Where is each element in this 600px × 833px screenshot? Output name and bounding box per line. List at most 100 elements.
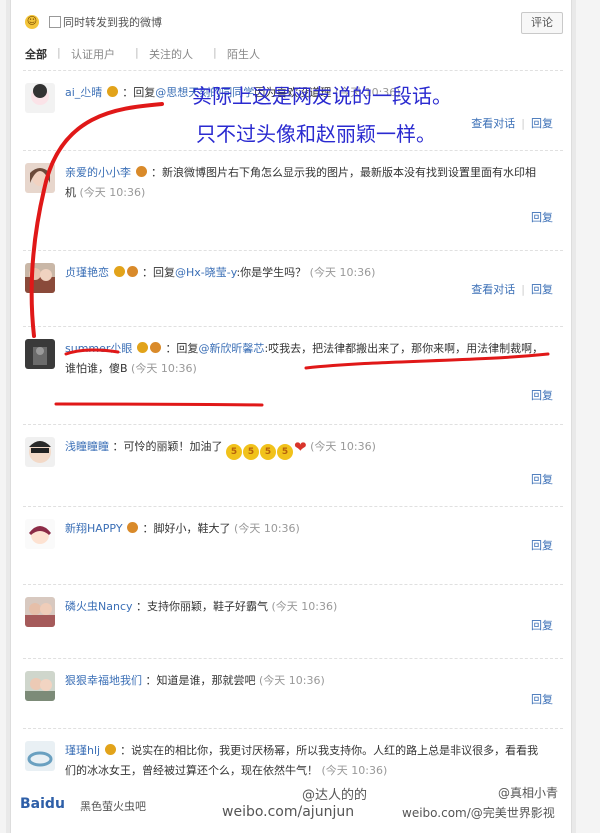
comment-filter-tabs: 全部 | 认证用户 | 关注的人 | 陌生人 [25, 46, 545, 64]
comment-item: 新翔HAPPY ：脚好小，鞋大了 (今天 10:36) 回复 [23, 506, 563, 585]
tab-divider: | [135, 46, 139, 59]
comment-text: :你是学生吗？ [236, 266, 307, 279]
comment-text: ：回复 [142, 266, 175, 279]
comment-username[interactable]: 贞瑾艳恋 [65, 266, 109, 279]
comment-username[interactable]: 新翔HAPPY [65, 522, 123, 535]
emoticon-icon: 5 [226, 444, 242, 460]
tab-divider: | [57, 46, 61, 59]
emoticon-icon: 5 [243, 444, 259, 460]
reply-link[interactable]: 回复 [531, 389, 553, 402]
comment-username[interactable]: ai_尐晴 [65, 86, 102, 99]
reply-link[interactable]: 回复 [531, 473, 553, 486]
comment-time: (今天 10:36) [131, 362, 197, 375]
comment-actions: 回复 [531, 387, 553, 403]
comment-actions: 回复 [531, 471, 553, 487]
comment-body: summer尐眼 ：回复@新欣昕馨芯:哎我去，把法律都搬出来了，那你来啊，用法律… [65, 339, 545, 379]
emoticon-icon: 5 [277, 444, 293, 460]
baidu-logo: Baidu [20, 796, 65, 812]
comment-username[interactable]: 亲爱的小小李 [65, 166, 131, 179]
avatar[interactable] [25, 263, 55, 293]
comment-text: ：回复 [165, 342, 199, 355]
emoticon-icon: 5 [260, 444, 276, 460]
reply-link[interactable]: 回复 [531, 619, 553, 632]
view-conversation-link[interactable]: 查看对话 [471, 117, 515, 130]
comment-body: 亲爱的小小李 ：新浪微博图片右下角怎么显示我的图片，最新版本没有找到设置里面有水… [65, 163, 545, 203]
comment-text: ：支持你丽颖，鞋子好霸气 [136, 600, 268, 613]
comment-body: 瑾瑾hlj ：说实在的相比你，我更讨厌杨幂，所以我支持你。人红的路上总是非议很多… [65, 741, 545, 781]
comment-actions: 回复 [531, 691, 553, 707]
tab-all[interactable]: 全部 [25, 46, 47, 62]
view-conversation-link[interactable]: 查看对话 [471, 283, 515, 296]
avatar[interactable] [25, 671, 55, 701]
comment-time: (今天 10:36) [321, 764, 388, 777]
comment-username[interactable]: 瑾瑾hlj [65, 744, 100, 757]
tab-divider: | [213, 46, 217, 59]
comment-body: 浅瞳瞳瞳 ：可怜的丽颖！加油了 5 5 5 5 ❤ (今天 10:36) [65, 437, 555, 460]
comment-username[interactable]: 狠狠幸福地我们 [65, 674, 142, 687]
member-badge-icon [104, 744, 116, 755]
member-badge-icon [149, 342, 161, 353]
avatar[interactable] [25, 437, 55, 467]
member-badge-icon [135, 166, 147, 177]
comment-text: ：脚好小，鞋大了 [142, 522, 231, 535]
watermark-right-handle: @真相小青 [498, 786, 559, 800]
comment-time: (今天 10:36) [79, 186, 146, 199]
reply-link[interactable]: 回复 [531, 283, 553, 296]
comment-item: summer尐眼 ：回复@新欣昕馨芯:哎我去，把法律都搬出来了，那你来啊，用法律… [23, 326, 563, 423]
member-badge-icon [127, 522, 139, 533]
tab-following[interactable]: 关注的人 [149, 46, 193, 62]
avatar[interactable] [25, 519, 55, 549]
tab-verified-users[interactable]: 认证用户 [71, 46, 115, 62]
comment-actions: 查看对话 | 回复 [471, 281, 553, 297]
avatar[interactable] [25, 339, 55, 369]
comment-actions: 查看对话 | 回复 [471, 115, 553, 131]
reply-link[interactable]: 回复 [531, 211, 553, 224]
comment-body: 贞瑾艳恋 ：回复@Hx-晓莹-y:你是学生吗？ (今天 10:36) [65, 263, 555, 283]
watermark-site-2: weibo.com/@完美世界影视 [402, 806, 555, 820]
watermark-left-tag: 黑色萤火虫吧 [80, 800, 146, 813]
comment-time: (今天 10:36) [259, 674, 325, 687]
comment-text: ：知道是谁，那就尝吧 [145, 674, 256, 687]
comment-username[interactable]: summer尐眼 [65, 342, 132, 355]
comment-actions: 回复 [531, 617, 553, 633]
comment-body: 新翔HAPPY ：脚好小，鞋大了 (今天 10:36) [65, 519, 555, 539]
reply-link[interactable]: 回复 [531, 693, 553, 706]
comment-text: ：说实在的相比你，我更讨厌杨幂，所以我支持你。人红的路上总是非议很多，看看我们的… [65, 744, 539, 777]
action-divider: | [521, 117, 525, 130]
comment-text: ：回复 [122, 86, 156, 99]
comment-item: 亲爱的小小李 ：新浪微博图片右下角怎么显示我的图片，最新版本没有找到设置里面有水… [23, 150, 563, 241]
comment-item: 浅瞳瞳瞳 ：可怜的丽颖！加油了 5 5 5 5 ❤ (今天 10:36) 回复 [23, 424, 563, 503]
comment-button[interactable]: 评论 [521, 12, 563, 34]
comment-username[interactable]: 磷火虫Nancy [65, 600, 133, 613]
mention-link[interactable]: @新欣昕馨芯 [198, 342, 264, 355]
member-badge-icon [106, 86, 118, 97]
comment-item: 瑾瑾hlj ：说实在的相比你，我更讨厌杨幂，所以我支持你。人红的路上总是非议很多… [23, 728, 563, 791]
annotation-text-line1: 实际上这是网友说的一段话。 [192, 84, 452, 108]
comment-body: 狠狠幸福地我们 ：知道是谁，那就尝吧 (今天 10:36) [65, 671, 555, 691]
avatar[interactable] [25, 83, 55, 113]
emoji-icon[interactable]: ☺ [25, 15, 39, 29]
reply-link[interactable]: 回复 [531, 117, 553, 130]
comment-item: 狠狠幸福地我们 ：知道是谁，那就尝吧 (今天 10:36) 回复 [23, 658, 563, 731]
comment-time: (今天 10:36) [310, 440, 376, 453]
watermark-handle: @达人的的 [302, 788, 368, 803]
member-badge-icon [126, 266, 138, 277]
avatar[interactable] [25, 597, 55, 627]
comment-username[interactable]: 浅瞳瞳瞳 [65, 440, 109, 453]
mention-link[interactable]: @Hx-晓莹-y [175, 266, 236, 279]
comment-actions: 回复 [531, 209, 553, 225]
watermark-footer: Baidu 黑色萤火虫吧 @达人的的 weibo.com/ajunjun wei… [10, 786, 590, 830]
reply-link[interactable]: 回复 [531, 539, 553, 552]
watermark-site: weibo.com/ajunjun [222, 804, 355, 820]
comment-actions: 回复 [531, 537, 553, 553]
comment-item: 贞瑾艳恋 ：回复@Hx-晓莹-y:你是学生吗？ (今天 10:36) 查看对话 |… [23, 250, 563, 323]
avatar[interactable] [25, 163, 55, 193]
tab-strangers[interactable]: 陌生人 [227, 46, 260, 62]
comment-text: ：可怜的丽颖！加油了 [112, 440, 223, 453]
heart-icon: ❤ [294, 438, 307, 456]
comment-toolbar: ☺ 同时转发到我的微博 评论 [23, 12, 563, 38]
forward-checkbox[interactable] [49, 16, 61, 28]
avatar[interactable] [25, 741, 55, 771]
annotation-text-line2: 只不过头像和赵丽颖一样。 [196, 122, 436, 146]
member-badge-icon [113, 266, 125, 277]
